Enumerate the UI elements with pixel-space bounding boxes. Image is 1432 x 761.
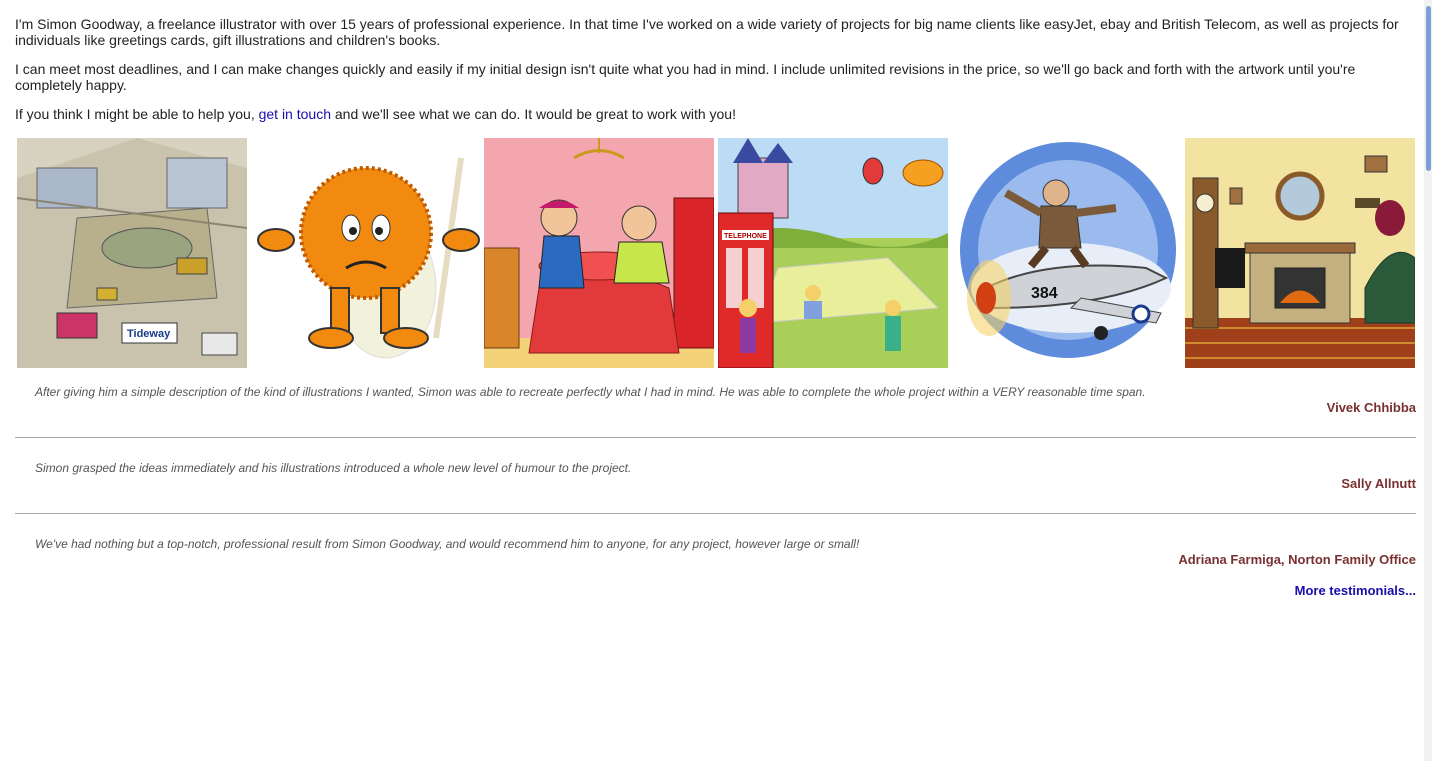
intro-paragraph-1: I'm Simon Goodway, a freelance illustrat… [15,16,1399,48]
vertical-scrollbar[interactable] [1424,0,1432,761]
pilot-on-plane-illustration[interactable]: 384 [951,138,1181,368]
intro-paragraph-2: I can meet most deadlines, and I can mak… [15,61,1356,93]
testimonial-quote: We've had nothing but a top-notch, profe… [35,537,860,551]
intro-paragraph-3-start: If you think I might be able to help you… [15,106,259,122]
testimonial-quote: Simon grasped the ideas immediately and … [35,461,632,475]
scrollbar-thumb[interactable] [1426,6,1431,171]
intro-section: I'm Simon Goodway, a freelance illustrat… [15,16,1416,135]
testimonial-author: Adriana Farmiga, Norton Family Office [1178,552,1416,567]
more-testimonials-link[interactable]: More testimonials... [1295,583,1416,598]
plane-number-text: 384 [1031,285,1058,302]
testimonial-divider [15,437,1416,438]
fairground-park-illustration[interactable]: TELEPHONE [718,138,948,368]
living-room-fireplace-illustration[interactable] [1185,138,1415,368]
illustration-gallery: Tideway TELEPHONE 384 [17,138,1415,368]
testimonial-author: Vivek Chhibba [1326,400,1416,415]
testimonial-divider [15,513,1416,514]
tideway-sign-text: Tideway [127,328,171,340]
testimonial-quote: After giving him a simple description of… [35,385,1146,399]
intro-paragraph-3: If you think I might be able to help you… [15,106,1416,122]
testimonial-author: Sally Allnutt [1341,476,1416,491]
fortune-teller-couple-illustration[interactable] [484,138,714,368]
construction-site-illustration[interactable]: Tideway [17,138,247,368]
orange-fuzzy-character-illustration[interactable] [251,138,481,368]
get-in-touch-link[interactable]: get in touch [259,106,331,122]
telephone-sign-text: TELEPHONE [724,233,767,240]
intro-paragraph-3-end: and we'll see what we can do. It would b… [330,106,736,122]
